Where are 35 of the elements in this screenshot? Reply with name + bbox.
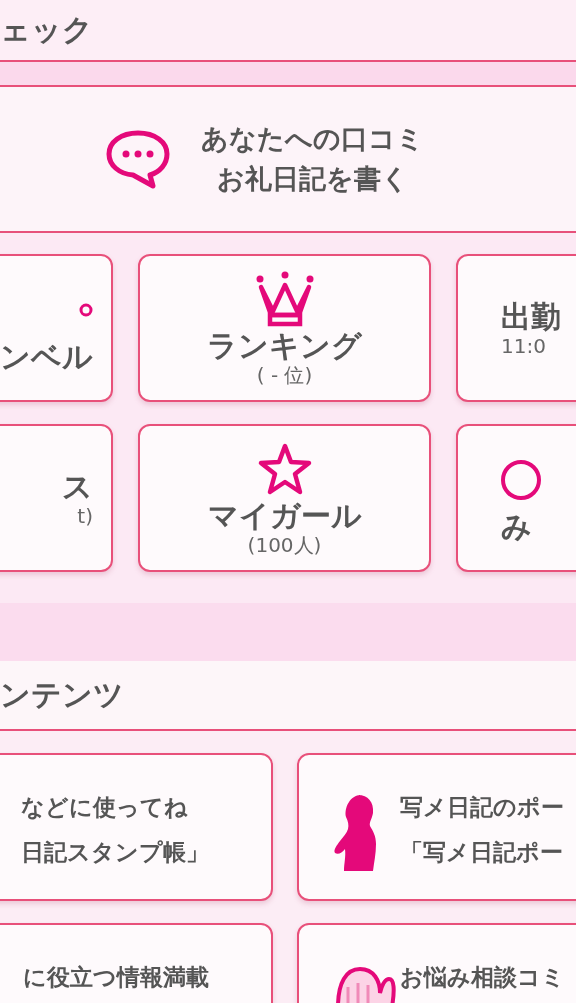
banner-text: あなたへの口コミ: [201, 122, 424, 156]
tile-text: お悩み相談コミ: [399, 963, 565, 992]
tile-text: に役立つ情報満載: [22, 963, 209, 992]
banner-text: お礼日記を書く: [216, 162, 409, 196]
menu-tile[interactable]: ス t): [0, 424, 113, 572]
content-tile[interactable]: などに使ってね 日記スタンプ帳」: [0, 753, 273, 901]
tile-text: 「写メ日記ポー: [399, 838, 563, 867]
menu-tile[interactable]: み: [456, 424, 576, 572]
tile-title: 出勤: [501, 299, 561, 335]
tile-subtitle: ( - 位): [256, 364, 313, 386]
tile-text: 日記スタンプ帳」: [20, 838, 209, 867]
review-diary-banner[interactable]: あなたへの口コミ お礼日記を書く: [0, 85, 576, 233]
circle-icon: [501, 460, 541, 500]
circle-icon: [79, 303, 93, 317]
tile-title: ンベル: [0, 339, 93, 375]
tile-subtitle: 11:0: [501, 335, 546, 357]
tile-title: ランキング: [207, 328, 362, 364]
tile-title: マイガール: [207, 498, 362, 534]
content-tile[interactable]: お悩み相談コミ: [296, 923, 576, 1003]
tile-subtitle: (100人): [247, 534, 322, 556]
star-icon: [256, 442, 313, 496]
content-tile[interactable]: に役立つ情報満載: [0, 923, 273, 1003]
tile-text: 写メ日記のポー: [399, 793, 564, 822]
section-heading: ェック: [0, 15, 93, 45]
menu-tile[interactable]: 出勤 11:0: [456, 254, 576, 402]
tile-text: などに使ってね: [20, 793, 188, 822]
section-heading: ンテンツ: [0, 680, 124, 710]
chat-bubble-icon: [105, 129, 171, 189]
menu-tile[interactable]: マイガール (100人): [138, 424, 431, 572]
tile-title: み: [501, 509, 532, 545]
content-tile[interactable]: 写メ日記のポー 「写メ日記ポー: [296, 753, 576, 901]
tile-title: ス: [62, 469, 93, 505]
tile-subtitle: t): [77, 505, 93, 527]
menu-tile[interactable]: ンベル: [0, 254, 113, 402]
menu-tile[interactable]: ランキング ( - 位): [138, 254, 431, 402]
